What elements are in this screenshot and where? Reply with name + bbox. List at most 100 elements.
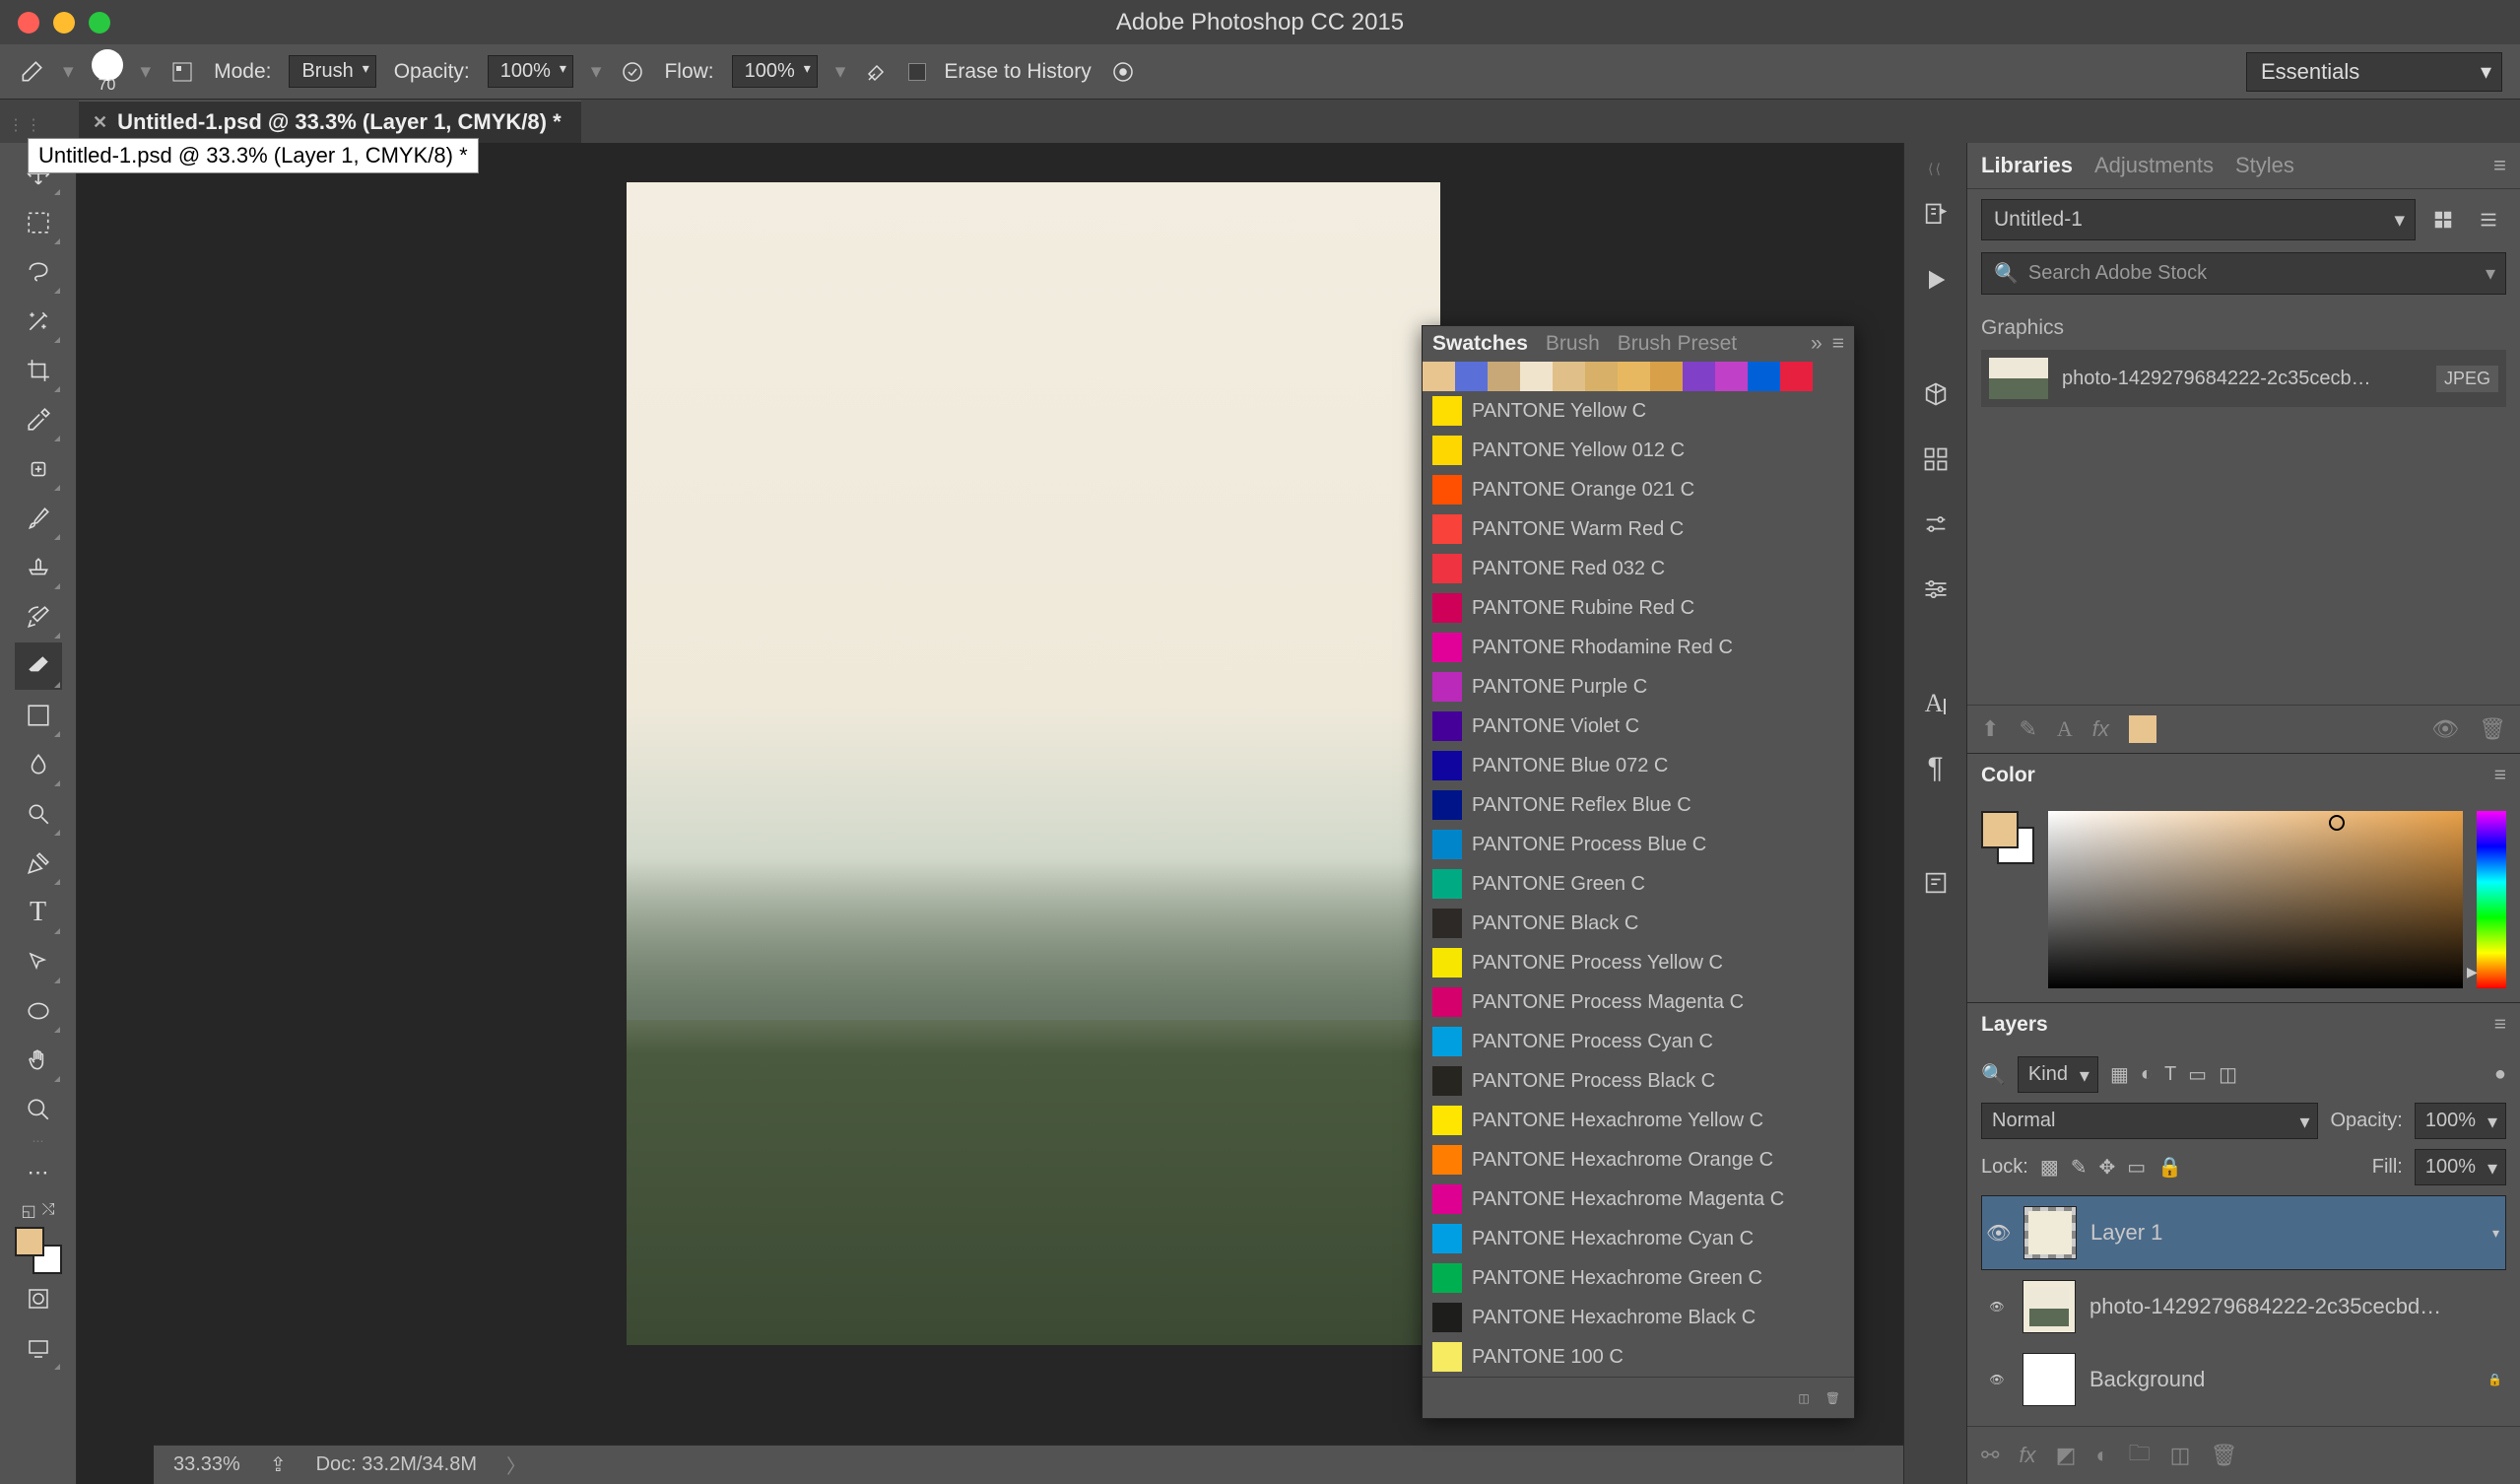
swatches-panel[interactable]: Swatches Brush Brush Preset »≡ PANTONE Y… — [1422, 325, 1855, 1419]
foreground-background-colors[interactable] — [15, 1227, 62, 1274]
panel-menu-icon[interactable]: ≡ — [2493, 153, 2506, 178]
history-panel-icon[interactable] — [1918, 197, 1954, 233]
fill-select[interactable]: 100% — [2415, 1149, 2506, 1185]
library-search[interactable]: 🔍 Search Adobe Stock — [1981, 252, 2506, 295]
swatch-item[interactable]: PANTONE Warm Red C — [1423, 509, 1854, 549]
swatch-item[interactable]: PANTONE Yellow C — [1423, 391, 1854, 431]
edit-toolbar[interactable]: ⋯ — [15, 1149, 62, 1196]
swatch-item[interactable]: PANTONE Orange 021 C — [1423, 470, 1854, 509]
swatch-chip[interactable] — [1553, 362, 1585, 391]
layer-visibility-icon[interactable]: 👁 — [1985, 1300, 2009, 1314]
new-layer-icon[interactable]: ◫ — [2170, 1443, 2191, 1468]
swatch-item[interactable]: PANTONE Hexachrome Yellow C — [1423, 1101, 1854, 1140]
3d-panel-icon[interactable] — [1918, 376, 1954, 412]
history-brush-tool[interactable] — [15, 593, 62, 641]
swatch-item[interactable]: PANTONE Hexachrome Black C — [1423, 1298, 1854, 1337]
swatch-chip[interactable] — [1650, 362, 1683, 391]
color-field[interactable] — [2048, 811, 2463, 988]
layer-group-icon[interactable]: 🗀 — [2129, 1437, 2151, 1474]
layer-visibility-icon[interactable]: 👁 — [1986, 1221, 2010, 1246]
swatch-item[interactable]: PANTONE Rhodamine Red C — [1423, 628, 1854, 667]
tab-libraries[interactable]: Libraries — [1981, 153, 2073, 178]
swatch-item[interactable]: PANTONE Red 032 C — [1423, 549, 1854, 588]
filter-pixel-icon[interactable]: ▦ — [2110, 1062, 2129, 1087]
opacity-select[interactable]: 100% — [488, 55, 573, 88]
swatch-item[interactable]: PANTONE Purple C — [1423, 667, 1854, 707]
brush-panel-icon[interactable] — [168, 58, 196, 86]
pressure-opacity-icon[interactable] — [619, 58, 646, 86]
layer-name[interactable]: photo-1429279684222-2c35cecbd… — [2089, 1294, 2441, 1319]
add-color-icon[interactable] — [2129, 715, 2156, 743]
workspace-select[interactable]: Essentials — [2246, 52, 2502, 92]
expand-panel-icon[interactable]: » — [1811, 332, 1823, 356]
hand-tool[interactable] — [15, 1037, 62, 1084]
trash-icon[interactable]: 🗑 — [2479, 716, 2506, 742]
swatch-item[interactable]: PANTONE Hexachrome Orange C — [1423, 1140, 1854, 1180]
blur-tool[interactable] — [15, 741, 62, 788]
screen-mode-icon[interactable] — [15, 1324, 62, 1372]
filter-smart-icon[interactable]: ◫ — [2219, 1062, 2237, 1087]
layer-thumbnail[interactable] — [2023, 1280, 2076, 1333]
filter-type-icon[interactable]: T — [2164, 1063, 2176, 1086]
pressure-size-icon[interactable] — [1109, 58, 1137, 86]
healing-brush-tool[interactable] — [15, 445, 62, 493]
swatch-item[interactable]: PANTONE Blue 072 C — [1423, 746, 1854, 785]
properties-panel-icon[interactable] — [1918, 441, 1954, 477]
swatch-item[interactable]: PANTONE Reflex Blue C — [1423, 785, 1854, 825]
swatch-item[interactable]: PANTONE Process Cyan C — [1423, 1022, 1854, 1061]
swatch-item[interactable]: PANTONE Hexachrome Magenta C — [1423, 1180, 1854, 1219]
eraser-tool-icon[interactable] — [18, 58, 45, 86]
paragraph-panel-icon[interactable]: ¶ — [1918, 751, 1954, 786]
hue-slider[interactable]: ▶ — [2477, 811, 2506, 988]
swatch-item[interactable]: PANTONE Process Magenta C — [1423, 982, 1854, 1022]
filter-toggle[interactable]: ● — [2494, 1063, 2506, 1086]
swatch-chip[interactable] — [1423, 362, 1455, 391]
layer-filter-select[interactable]: Kind — [2018, 1056, 2098, 1093]
swatch-chip[interactable] — [1715, 362, 1748, 391]
lock-all-icon[interactable]: 🔒 — [2157, 1155, 2182, 1180]
eyedropper-tool[interactable] — [15, 396, 62, 443]
swatch-item[interactable]: PANTONE Violet C — [1423, 707, 1854, 746]
lasso-tool[interactable] — [15, 248, 62, 296]
lock-position-icon[interactable]: ✥ — [2098, 1155, 2115, 1180]
erase-history-checkbox[interactable] — [908, 63, 926, 81]
swatch-item[interactable]: PANTONE Rubine Red C — [1423, 588, 1854, 628]
swatch-item[interactable]: PANTONE Hexachrome Cyan C — [1423, 1219, 1854, 1258]
type-tool[interactable]: T — [15, 889, 62, 936]
dodge-tool[interactable] — [15, 790, 62, 838]
swatch-chip[interactable] — [1780, 362, 1813, 391]
color-fg-bg[interactable] — [1981, 811, 2034, 864]
flow-select[interactable]: 100% — [732, 55, 818, 88]
dock-grip[interactable]: ⟨⟨ — [1928, 161, 1943, 177]
layer-opacity-select[interactable]: 100% — [2415, 1103, 2506, 1139]
filter-shape-icon[interactable]: ▭ — [2188, 1062, 2207, 1087]
layer-mask-icon[interactable]: ◩ — [2056, 1443, 2077, 1468]
path-selection-tool[interactable] — [15, 938, 62, 985]
brush-tool[interactable] — [15, 495, 62, 542]
swatch-item[interactable]: PANTONE Process Blue C — [1423, 825, 1854, 864]
link-layers-icon[interactable]: ⚯ — [1981, 1443, 1999, 1468]
layer-fx-icon[interactable]: fx — [2019, 1443, 2035, 1468]
layer-row[interactable]: 👁Background🔒 — [1981, 1343, 2506, 1416]
settings-dock-icon[interactable] — [1918, 572, 1954, 607]
document-tab[interactable]: ✕ Untitled-1.psd @ 33.3% (Layer 1, CMYK/… — [79, 101, 581, 143]
tab-swatches[interactable]: Swatches — [1432, 332, 1528, 356]
grid-view-icon[interactable] — [2425, 202, 2461, 237]
actions-panel-icon[interactable] — [1918, 262, 1954, 298]
magic-wand-tool[interactable] — [15, 298, 62, 345]
cloud-icon[interactable]: 👁 — [2431, 716, 2459, 742]
close-window[interactable] — [18, 12, 39, 34]
new-swatch-icon[interactable]: ◫ — [1798, 1391, 1809, 1405]
layer-thumbnail[interactable] — [2023, 1206, 2077, 1259]
tab-adjustments[interactable]: Adjustments — [2094, 153, 2214, 178]
tab-styles[interactable]: Styles — [2235, 153, 2294, 178]
minimize-window[interactable] — [53, 12, 75, 34]
add-style-icon[interactable]: ✎ — [2019, 716, 2036, 742]
add-char-icon[interactable]: A — [2057, 716, 2073, 742]
lock-pixels-icon[interactable]: ✎ — [2071, 1155, 2088, 1180]
swatch-chip[interactable] — [1618, 362, 1650, 391]
layer-lock-icon[interactable]: 🔒 — [2487, 1373, 2502, 1386]
layer-visibility-icon[interactable]: 👁 — [1985, 1373, 2009, 1386]
quick-mask-icon[interactable] — [15, 1275, 62, 1322]
upload-icon[interactable]: ⬆ — [1981, 716, 1999, 742]
